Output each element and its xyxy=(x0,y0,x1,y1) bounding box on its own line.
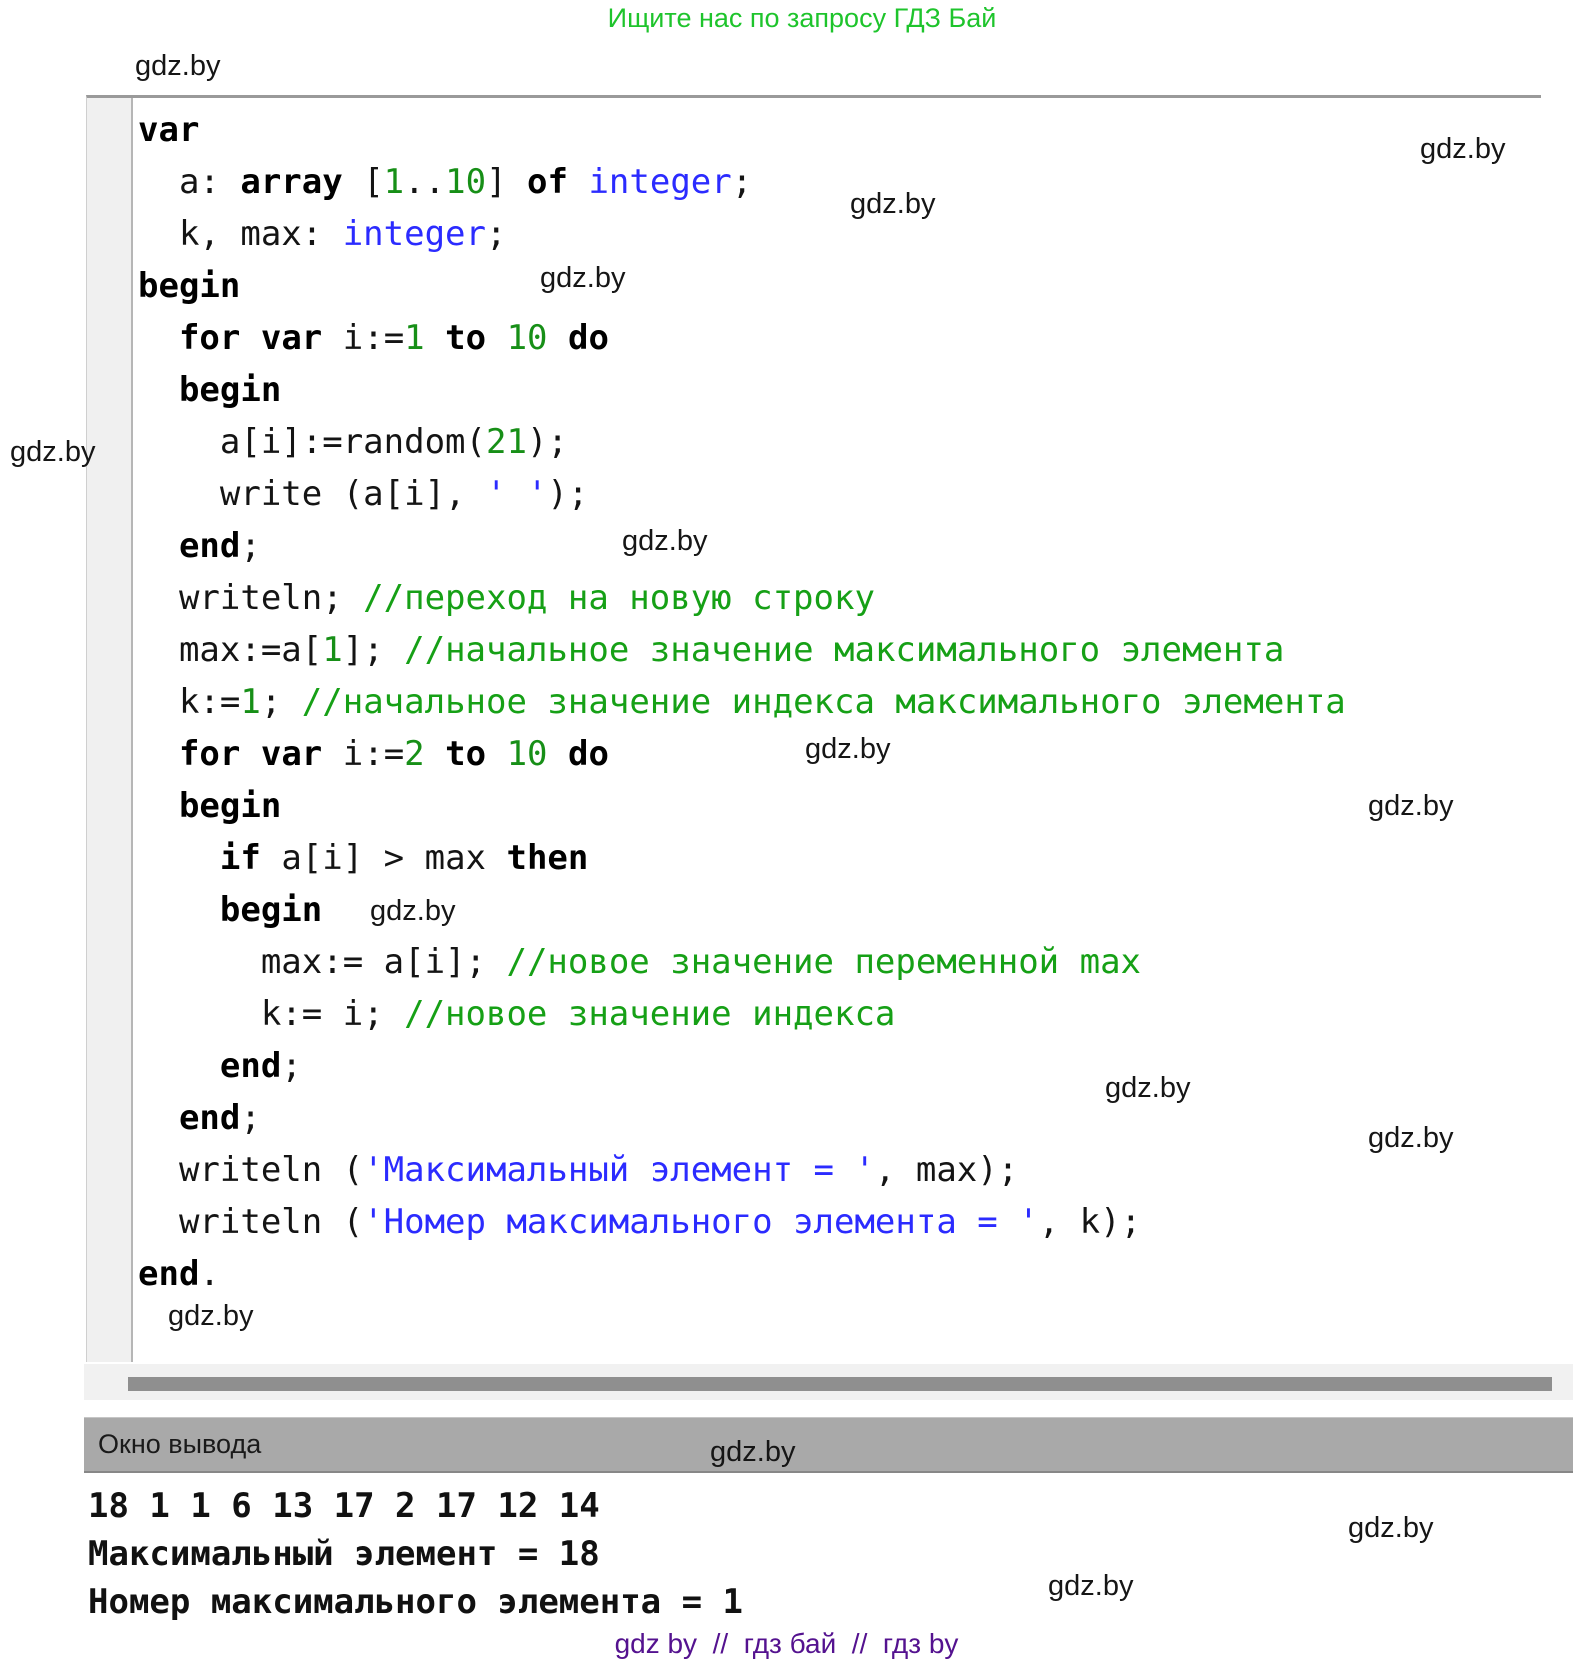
watermark: gdz.by xyxy=(622,525,707,558)
code-line: begin xyxy=(138,260,1541,312)
console-line: Номер максимального элемента = 1 xyxy=(88,1578,743,1626)
output-console[interactable]: 18 1 1 6 13 17 2 17 12 14Максимальный эл… xyxy=(88,1482,743,1626)
watermark: gdz.by xyxy=(168,1300,253,1333)
watermark: gdz.by xyxy=(1368,790,1453,823)
scrollbar-thumb[interactable] xyxy=(128,1377,1552,1391)
console-line: 18 1 1 6 13 17 2 17 12 14 xyxy=(88,1482,743,1530)
code-line: writeln ('Номер максимального элемента =… xyxy=(138,1196,1541,1248)
watermark: gdz.by xyxy=(370,895,455,928)
watermark: gdz.by xyxy=(1420,133,1505,166)
code-line: k:=1; //начальное значение индекса макси… xyxy=(138,676,1541,728)
watermark: gdz.by xyxy=(710,1436,795,1469)
code-line: end; xyxy=(138,1092,1541,1144)
code-line: var xyxy=(138,104,1541,156)
watermark: gdz.by xyxy=(1048,1570,1133,1603)
horizontal-scrollbar[interactable] xyxy=(84,1364,1573,1400)
watermark: gdz.by xyxy=(1348,1512,1433,1545)
output-panel-title: Окно вывода xyxy=(84,1429,261,1460)
code-line: k, max: integer; xyxy=(138,208,1541,260)
watermark: gdz.by xyxy=(805,733,890,766)
watermark: gdz.by xyxy=(10,436,95,469)
footer-watermark: gdz by // гдз бай // гдз by xyxy=(0,1628,1573,1660)
code-line: max:=a[1]; //начальное значение максимал… xyxy=(138,624,1541,676)
code-line: writeln ('Максимальный элемент = ', max)… xyxy=(138,1144,1541,1196)
editor-gutter xyxy=(87,98,133,1362)
code-line: k:= i; //новое значение индекса xyxy=(138,988,1541,1040)
console-line: Максимальный элемент = 18 xyxy=(88,1530,743,1578)
code-line: end. xyxy=(138,1248,1541,1300)
code-line: a[i]:=random(21); xyxy=(138,416,1541,468)
code-line: write (a[i], ' '); xyxy=(138,468,1541,520)
code-line: a: array [1..10] of integer; xyxy=(138,156,1541,208)
output-panel-header[interactable]: Окно вывода xyxy=(84,1417,1573,1473)
watermark: gdz.by xyxy=(1368,1122,1453,1155)
code-line: writeln; //переход на новую строку xyxy=(138,572,1541,624)
code-line: begin xyxy=(138,884,1541,936)
code-line: for var i:=1 to 10 do xyxy=(138,312,1541,364)
code-line: end; xyxy=(138,1040,1541,1092)
watermark: gdz.by xyxy=(135,50,220,83)
code-line: begin xyxy=(138,780,1541,832)
promo-banner: Ищите нас по запросу ГДЗ Бай xyxy=(0,3,1573,34)
watermark: gdz.by xyxy=(850,188,935,221)
watermark: gdz.by xyxy=(540,262,625,295)
watermark: gdz.by xyxy=(1105,1072,1190,1105)
code-line: begin xyxy=(138,364,1541,416)
code-text-area[interactable]: var a: array [1..10] of integer; k, max:… xyxy=(133,98,1541,1362)
code-line: max:= a[i]; //новое значение переменной … xyxy=(138,936,1541,988)
code-line: if a[i] > max then xyxy=(138,832,1541,884)
code-editor[interactable]: var a: array [1..10] of integer; k, max:… xyxy=(86,95,1541,1362)
code-line: end; xyxy=(138,520,1541,572)
